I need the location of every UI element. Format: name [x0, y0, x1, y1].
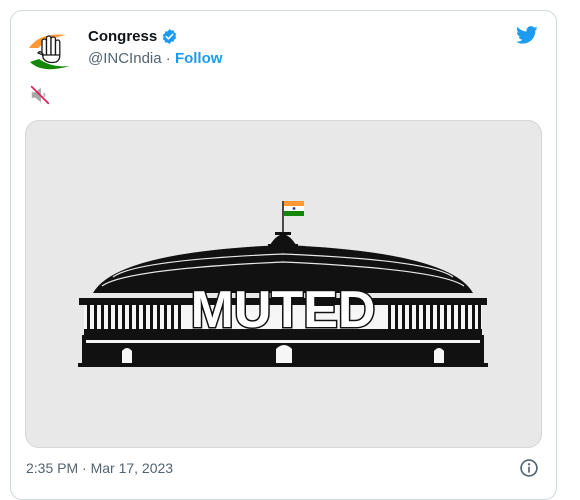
- handle[interactable]: @INCIndia: [88, 50, 162, 67]
- indian-flag: [284, 201, 304, 216]
- author-name-row: Congress: [88, 28, 178, 45]
- tweet-timestamp[interactable]: 2:35 PM · Mar 17, 2023: [26, 460, 173, 476]
- separator: ·: [165, 50, 171, 67]
- twitter-bird-icon[interactable]: [514, 24, 540, 46]
- avatar[interactable]: [26, 26, 74, 74]
- tweet-card: Congress @INCIndia · Follow MUTED 2:35 P…: [10, 10, 557, 500]
- muted-text: MUTED: [191, 281, 376, 339]
- display-name[interactable]: Congress: [88, 28, 157, 45]
- follow-button[interactable]: Follow: [175, 50, 223, 67]
- tweet-media-image[interactable]: MUTED: [25, 120, 542, 448]
- handle-row: @INCIndia · Follow: [88, 50, 222, 67]
- parliament-illustration: MUTED: [78, 201, 488, 367]
- info-icon[interactable]: [519, 458, 539, 478]
- muted-speaker-icon[interactable]: [29, 84, 51, 106]
- verified-badge-icon: [163, 29, 177, 44]
